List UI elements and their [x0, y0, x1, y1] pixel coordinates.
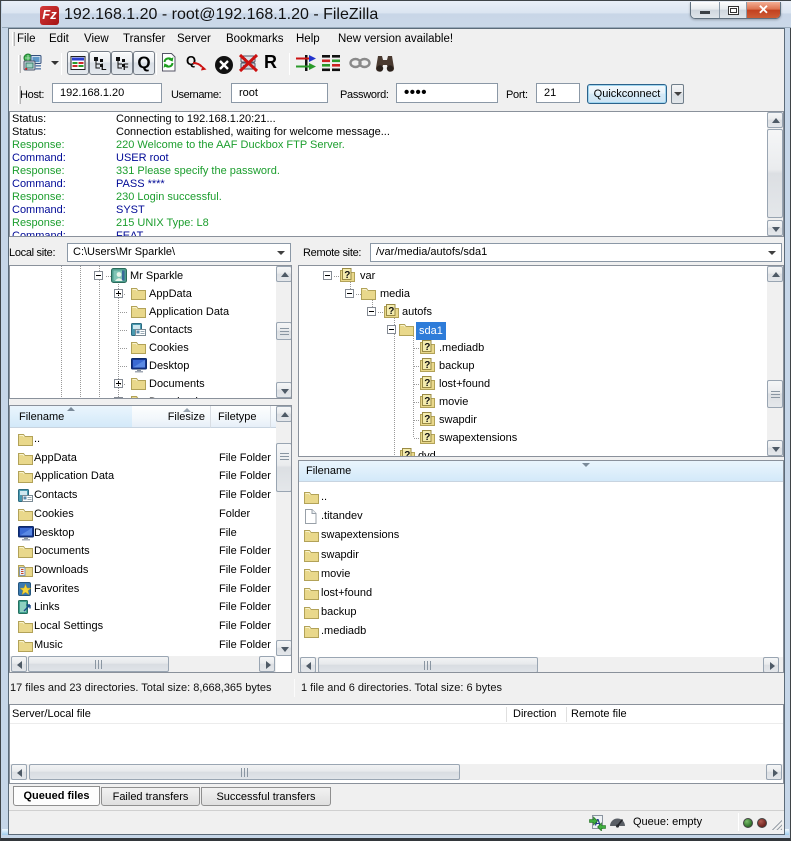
svg-text:?: ?	[424, 414, 430, 425]
svg-text:F: F	[123, 62, 129, 72]
svg-text:?: ?	[424, 360, 430, 371]
svg-text:?: ?	[424, 432, 430, 443]
svg-text:?: ?	[388, 306, 394, 317]
svg-text:L: L	[101, 62, 107, 72]
svg-text:?: ?	[424, 342, 430, 353]
svg-text:?: ?	[424, 396, 430, 407]
svg-text:?: ?	[344, 270, 350, 281]
svg-text:?: ?	[424, 378, 430, 389]
svg-text:?: ?	[404, 450, 410, 457]
